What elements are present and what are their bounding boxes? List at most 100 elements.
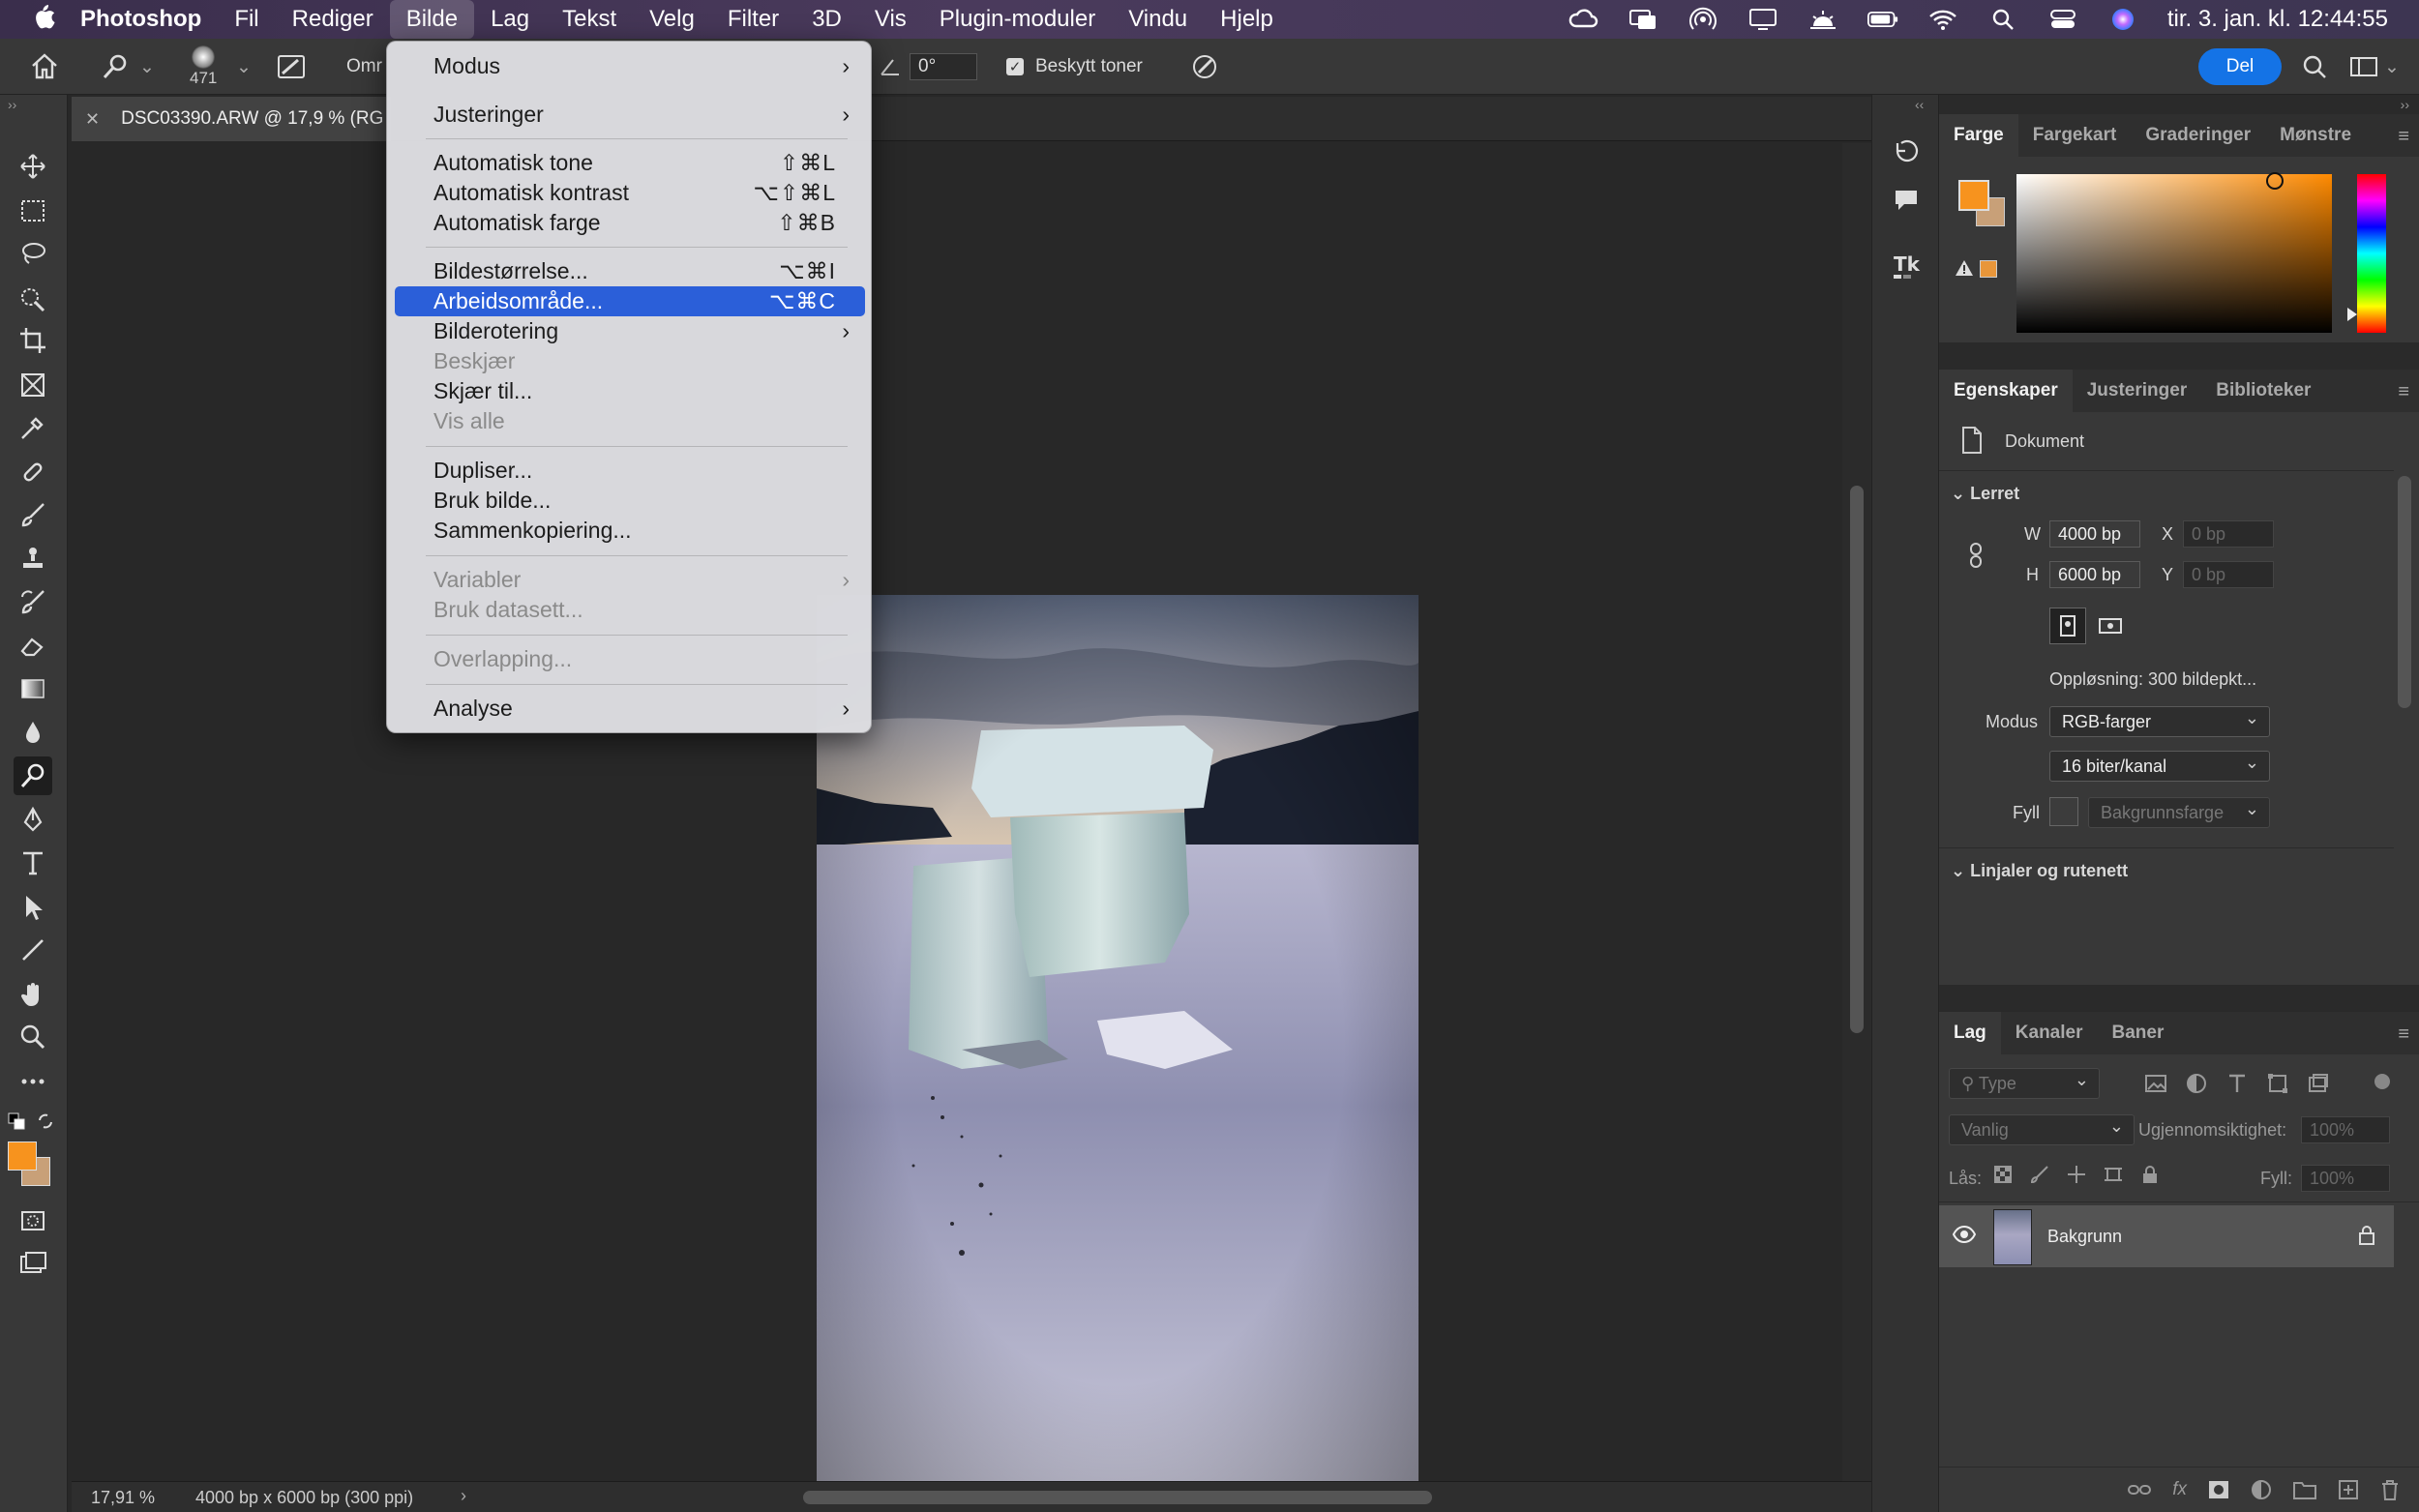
new-layer-icon[interactable] [2338,1479,2359,1500]
character-styles-icon[interactable]: Tk [1890,250,1923,282]
gradient-tool-icon[interactable] [14,669,52,708]
status-expand-icon[interactable]: › [461,1486,466,1506]
bit-depth-select[interactable]: 16 biter/kanal [2049,748,2270,782]
zoom-level[interactable]: 17,91 % [91,1488,155,1508]
blend-mode-select[interactable]: Vanlig [1949,1112,2135,1145]
tab-fargekart[interactable]: Fargekart [2018,114,2132,157]
airdrop-icon[interactable] [1687,7,1718,32]
lock-artboard-icon[interactable] [2104,1165,2123,1184]
spotlight-search-icon[interactable] [1987,7,2018,32]
share-button[interactable]: Del [2198,48,2282,85]
menu-item-automatisk-tone[interactable]: Automatisk tone ⇧⌘L [395,148,865,178]
hue-slider-handle[interactable] [2347,308,2357,321]
marquee-tool-icon[interactable] [14,192,52,230]
filter-adjustment-icon[interactable] [2185,1072,2208,1095]
brush-size-picker[interactable]: 471 [190,39,217,95]
x-field[interactable]: 0 bp [2183,520,2274,548]
panel-menu-icon[interactable]: ≡ [2398,126,2409,148]
menu-rediger[interactable]: Rediger [276,0,390,39]
monitor-icon[interactable] [1628,7,1658,32]
collapse-panels-icon[interactable]: ›› [2401,97,2409,112]
width-field[interactable]: 4000 bp [2049,520,2140,548]
battery-icon[interactable] [1867,7,1898,32]
adjustment-layer-icon[interactable] [2251,1479,2272,1500]
zoom-tool-icon[interactable] [14,1018,52,1056]
close-tab-icon[interactable]: ✕ [85,109,100,130]
menu-tekst[interactable]: Tekst [546,0,633,39]
menu-plugin-moduler[interactable]: Plugin-moduler [923,0,1112,39]
control-center-icon[interactable] [2047,7,2078,32]
hand-tool-icon[interactable] [14,975,52,1014]
quick-mask-icon[interactable] [14,1201,52,1240]
brush-settings-icon[interactable] [277,39,308,95]
eyedropper-tool-icon[interactable] [14,408,52,447]
lock-all-icon[interactable] [2140,1165,2160,1184]
home-icon[interactable] [29,39,60,95]
landscape-orientation-icon[interactable] [2092,608,2129,644]
menu-item-analyse[interactable]: Analyse › [395,694,865,724]
tool-preset-picker[interactable]: ⌄ [101,39,155,95]
new-group-icon[interactable] [2293,1480,2316,1499]
menu-app-photoshop[interactable]: Photoshop [64,0,218,39]
lock-transparent-icon[interactable] [1993,1165,2013,1184]
tab-kanaler[interactable]: Kanaler [2001,1012,2098,1054]
fill-color-swatch[interactable] [2049,797,2078,826]
dodge-tool-icon[interactable] [14,756,52,795]
layer-name[interactable]: Bakgrunn [2047,1227,2122,1247]
menu-fil[interactable]: Fil [218,0,275,39]
portrait-orientation-icon[interactable] [2049,608,2086,644]
vertical-scrollbar[interactable] [1842,143,1871,1481]
pen-tool-icon[interactable] [14,801,52,840]
brush-size-dropdown-icon[interactable]: ⌄ [236,39,252,95]
tab-farge[interactable]: Farge [1939,114,2018,157]
menu-item-bilderotering[interactable]: Bilderotering › [395,316,865,346]
rulers-section-toggle[interactable]: ⌄ Linjaler og rutenett [1951,861,2128,881]
menu-vindu[interactable]: Vindu [1112,0,1204,39]
tab-biblioteker[interactable]: Biblioteker [2201,370,2325,412]
history-brush-tool-icon[interactable] [14,582,52,621]
siri-icon[interactable] [2107,7,2138,32]
protect-tones-checkbox[interactable]: ✓ Beskytt toner [1006,39,1143,95]
vertical-scroll-thumb[interactable] [1850,486,1864,1033]
eraser-tool-icon[interactable] [14,627,52,666]
menu-lag[interactable]: Lag [474,0,546,39]
mode-select[interactable]: RGB-farger [2049,703,2270,737]
foreground-color-swatch[interactable] [8,1141,37,1171]
menu-item-automatisk-farge[interactable]: Automatisk farge ⇧⌘B [395,208,865,238]
workspace-icon[interactable]: ⌄ [2349,39,2400,95]
document-tab[interactable]: ✕ DSC03390.ARW @ 17,9 % (RG [72,97,391,141]
horizontal-scroll-thumb[interactable] [803,1491,1432,1504]
menubar-clock[interactable]: tir. 3. jan. kl. 12:44:55 [2167,6,2388,33]
history-icon[interactable] [1890,135,1923,168]
menu-item-justeringer[interactable]: Justeringer › [395,100,865,130]
line-tool-icon[interactable] [14,931,52,969]
menu-item-skjaer-til[interactable]: Skjær til... [395,376,865,406]
move-tool-icon[interactable] [14,147,52,186]
clone-stamp-tool-icon[interactable] [14,540,52,578]
fx-icon[interactable]: fx [2172,1479,2187,1500]
swap-colors-icon[interactable] [37,1112,54,1130]
menu-3d[interactable]: 3D [795,0,858,39]
layer-lock-icon[interactable] [2357,1225,2376,1251]
layer-row[interactable]: Bakgrunn [1939,1205,2394,1267]
blur-tool-icon[interactable] [14,714,52,753]
menu-item-sammenkopiering[interactable]: Sammenkopiering... [395,516,865,546]
color-picker-handle[interactable] [2266,172,2284,190]
wifi-icon[interactable] [1927,7,1958,32]
color-panel-foreground-swatch[interactable] [1958,180,1989,211]
delete-layer-icon[interactable] [2380,1479,2400,1500]
filter-shape-icon[interactable] [2266,1072,2289,1095]
color-field[interactable] [2016,174,2332,333]
canvas-area[interactable] [72,143,1842,1497]
menu-vis[interactable]: Vis [858,0,923,39]
crop-tool-icon[interactable] [14,321,52,360]
filter-smart-object-icon[interactable] [2307,1072,2330,1095]
menu-velg[interactable]: Velg [633,0,711,39]
layer-filter-select[interactable]: ⚲ Type [1949,1065,2100,1099]
panel-menu-icon[interactable]: ≡ [2398,381,2409,403]
menu-item-modus[interactable]: Modus › [395,51,865,81]
brush-tool-icon[interactable] [14,495,52,534]
add-mask-icon[interactable] [2208,1480,2229,1499]
brightness-icon[interactable] [1807,7,1838,32]
screen-mode-icon[interactable] [14,1244,52,1283]
